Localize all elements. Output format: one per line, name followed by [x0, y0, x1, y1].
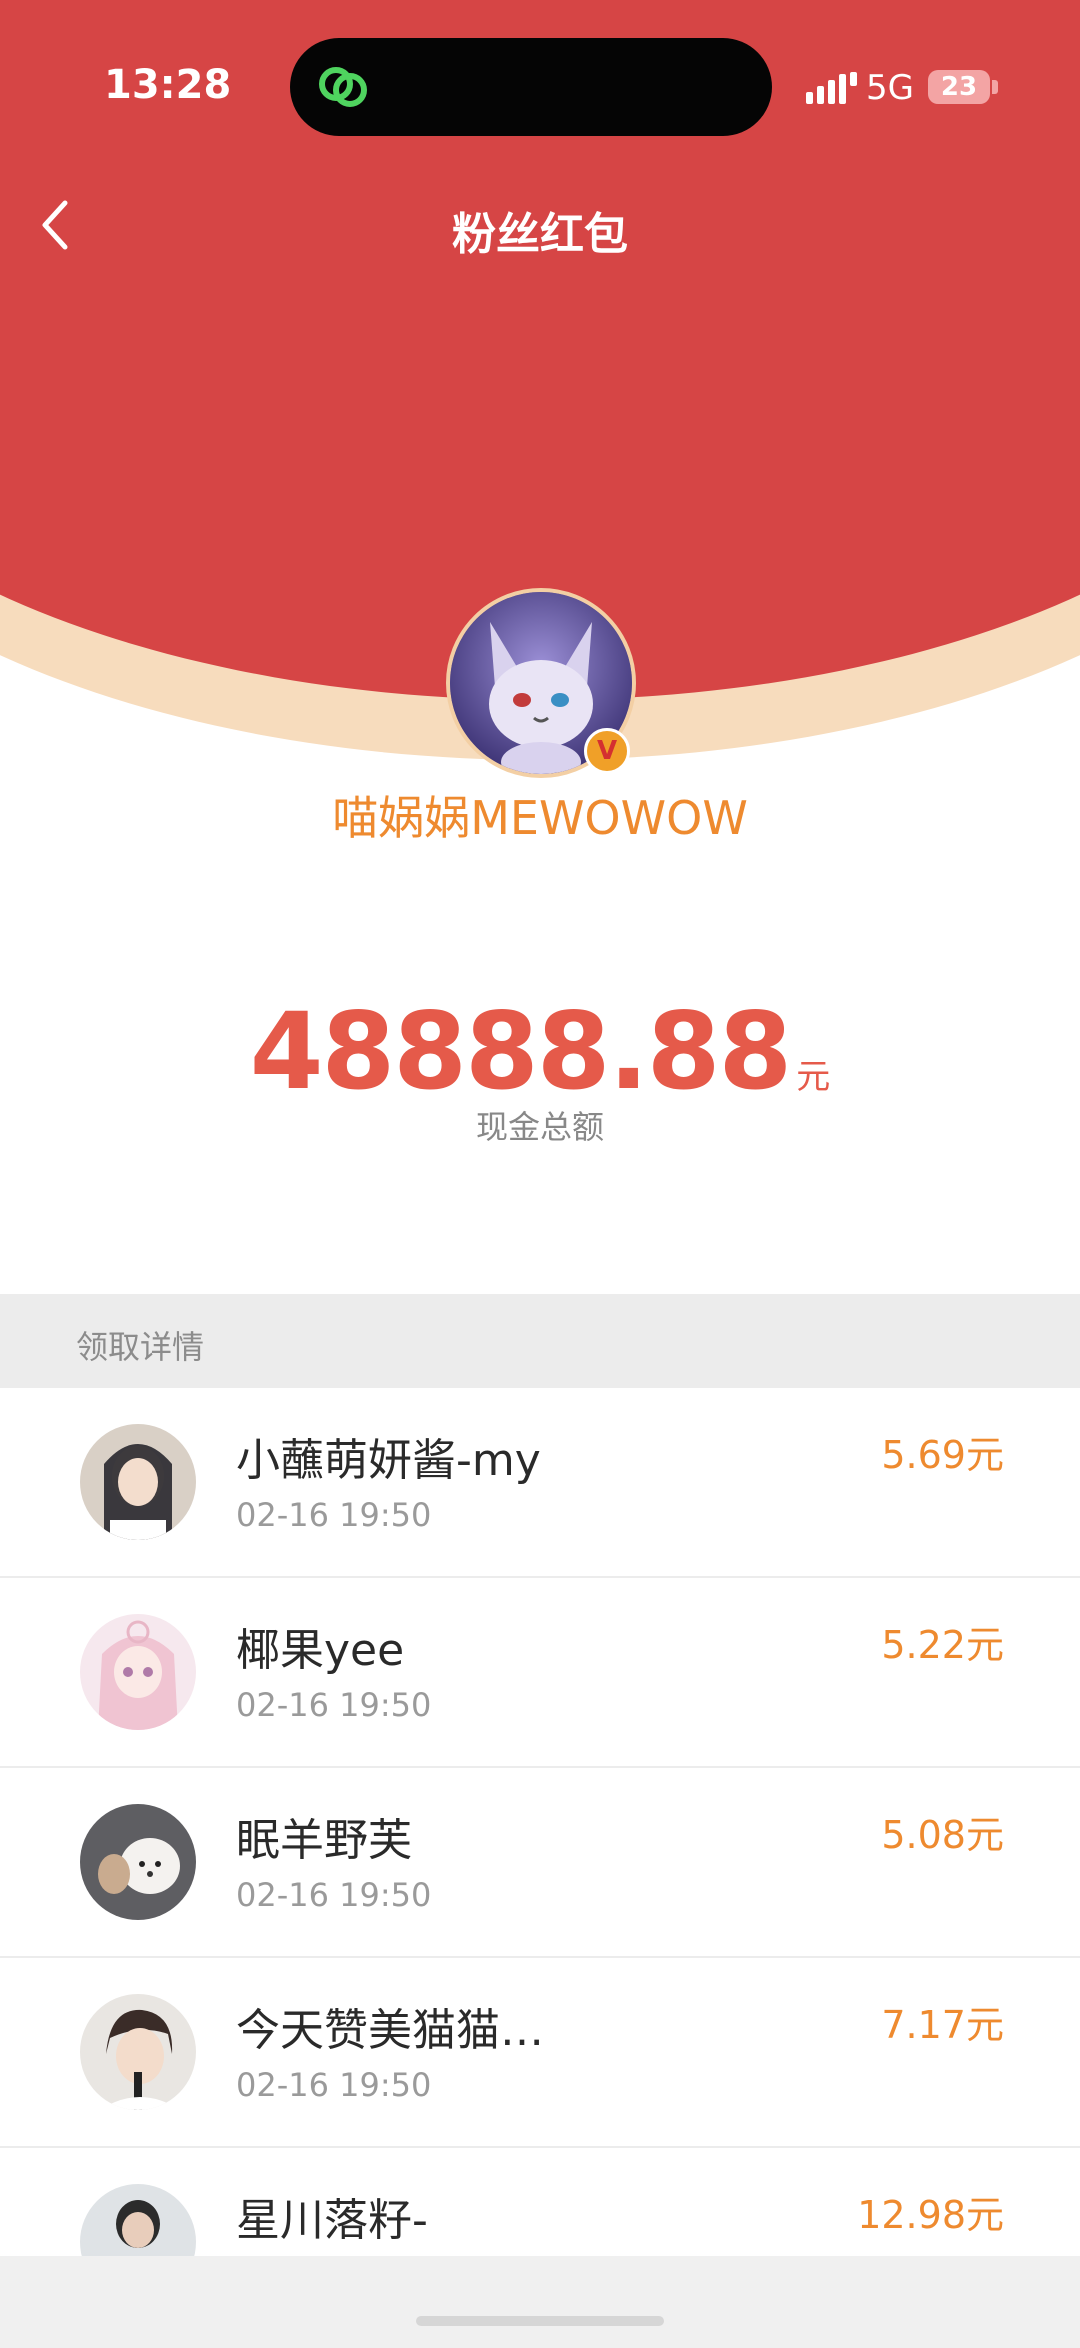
details-section-label: 领取详情 [76, 1328, 205, 1366]
received-amount: 5.69元 [881, 1433, 1004, 1477]
received-amount: 12.98元 [857, 2193, 1004, 2237]
signal-icon [806, 72, 857, 104]
total-amount-unit: 元 [796, 1057, 831, 1097]
network-label: 5G [866, 68, 914, 108]
total-amount: 48888.88 元 [0, 990, 1080, 1113]
recipient-avatar [80, 1804, 196, 1920]
status-bar: 13:28 5G 23 [0, 0, 1080, 180]
recipient-name: 星川落籽- [236, 2195, 428, 2246]
recipient-avatar [80, 1614, 196, 1730]
page-title: 粉丝红包 [452, 209, 628, 260]
recipient-name: 眠羊野芙 [236, 1815, 412, 1866]
received-amount: 5.22元 [881, 1623, 1004, 1667]
list-item[interactable]: 今天赞美猫猫… 02-16 19:50 7.17元 [0, 1958, 1080, 2148]
home-indicator[interactable] [416, 2316, 664, 2326]
receive-time: 02-16 19:50 [236, 1496, 432, 1534]
battery-icon: 23 [928, 70, 990, 104]
recipient-avatar [80, 1424, 196, 1540]
total-amount-label: 现金总额 [475, 1108, 604, 1146]
status-time: 13:28 [104, 62, 232, 108]
list-item[interactable]: 小蘸萌妍酱-my 02-16 19:50 5.69元 [0, 1388, 1080, 1578]
recipient-name: 椰果yee [236, 1625, 405, 1676]
recipient-name: 今天赞美猫猫… [236, 2005, 544, 2056]
details-section-header: 领取详情 [0, 1294, 1080, 1388]
chevron-left-icon [42, 200, 68, 250]
received-amount: 7.17元 [881, 2003, 1004, 2047]
link-app-icon [319, 67, 367, 107]
bottom-bar [0, 2256, 1080, 2348]
dynamic-island [290, 38, 772, 136]
receive-time: 02-16 19:50 [236, 2066, 432, 2104]
sender-name[interactable]: 喵娲娲MEWOWOW [0, 782, 1080, 848]
battery-tip [992, 80, 998, 94]
battery-level: 23 [940, 72, 978, 102]
verified-badge-icon: V [584, 728, 630, 774]
back-button[interactable] [20, 190, 90, 260]
receive-time: 02-16 19:50 [236, 1876, 432, 1914]
receive-time: 02-16 19:50 [236, 1686, 432, 1724]
list-item[interactable]: 椰果yee 02-16 19:50 5.22元 [0, 1578, 1080, 1768]
received-amount: 5.08元 [881, 1813, 1004, 1857]
total-amount-value: 48888.88 [249, 990, 793, 1113]
list-item[interactable]: 眠羊野芙 02-16 19:50 5.08元 [0, 1768, 1080, 1958]
recipient-avatar [80, 1994, 196, 2110]
recipient-name: 小蘸萌妍酱-my [236, 1435, 541, 1486]
